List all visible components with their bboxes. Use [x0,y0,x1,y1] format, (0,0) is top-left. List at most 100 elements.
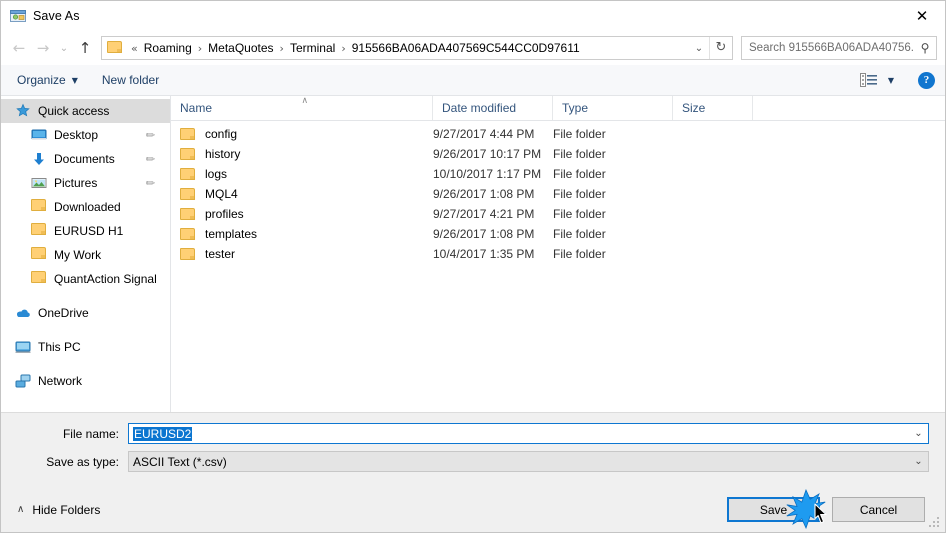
sidebar-item-desktop[interactable]: Desktop ✐ [1,123,170,147]
pin-icon[interactable]: ✐ [142,151,158,167]
sidebar-item-label: This PC [38,340,81,354]
search-input[interactable]: Search 915566BA06ADA40756... [742,42,914,54]
breadcrumb-item-0[interactable]: Roaming [142,41,194,55]
sidebar-item-label: Downloaded [54,200,121,214]
table-row[interactable]: profiles 9/27/2017 4:21 PM File folder [171,204,945,224]
sidebar-item-downloaded[interactable]: Downloaded [1,195,170,219]
address-bar[interactable]: « Roaming › MetaQuotes › Terminal › 9155… [101,36,733,60]
navigation-sidebar: Quick access Desktop ✐ Documents ✐ Pictu… [1,96,171,412]
file-name-cell: history [171,147,433,161]
column-header-label: Type [562,101,589,115]
table-row[interactable]: config 9/27/2017 4:44 PM File folder [171,124,945,144]
new-folder-button[interactable]: New folder [102,73,159,87]
onedrive-cloud-icon [15,305,31,321]
resize-grip[interactable] [929,517,941,529]
file-type: File folder [553,247,606,261]
breadcrumb-item-3[interactable]: 915566BA06ADA407569C544CC0D97611 [350,41,582,55]
view-chevron-down-icon[interactable]: ▼ [888,76,894,85]
pin-icon[interactable]: ✐ [142,127,158,143]
sidebar-item-label: My Work [54,248,102,262]
column-header-type[interactable]: Type [553,96,673,120]
sidebar-item-documents[interactable]: Documents ✐ [1,147,170,171]
file-type: File folder [553,207,606,221]
sidebar-item-quick-access[interactable]: Quick access [1,99,170,123]
sidebar-item-this-pc[interactable]: This PC [1,335,170,359]
save-button[interactable]: Save [727,497,820,522]
file-type: File folder [553,227,606,241]
this-pc-icon [15,339,31,355]
table-row[interactable]: templates 9/26/2017 1:08 PM File folder [171,224,945,244]
chevron-up-icon: ∧ [17,504,25,515]
file-name-cell: logs [171,167,433,181]
help-icon[interactable]: ? [918,71,935,89]
organize-button[interactable]: Organize ▼ [17,73,78,87]
table-row[interactable]: history 9/26/2017 10:17 PM File folder [171,144,945,164]
breadcrumb-prefix: « [131,41,138,55]
network-icon [15,373,31,389]
breadcrumb-separator: › [341,41,346,55]
column-header-label: Date modified [442,101,517,115]
pin-icon[interactable]: ✐ [142,175,158,191]
table-row[interactable]: tester 10/4/2017 1:35 PM File folder [171,244,945,264]
save-form: File name: EURUSD2 ⌄ Save as type: ASCII… [1,412,945,487]
save-as-type-label: Save as type: [46,454,119,469]
search-icon[interactable]: ⚲ [914,41,936,55]
file-date: 9/26/2017 1:08 PM [433,187,535,201]
sidebar-item-onedrive[interactable]: OneDrive [1,301,170,325]
forward-icon[interactable]: → [31,36,55,60]
back-icon[interactable]: ← [7,36,31,60]
address-dropdown-icon[interactable]: ⌄ [689,43,709,54]
column-header-date-modified[interactable]: Date modified [433,96,553,120]
cancel-button[interactable]: Cancel [832,497,925,522]
save-as-type-row: Save as type: ASCII Text (*.csv) ⌄ [17,451,929,472]
file-name-cell: MQL4 [171,187,433,201]
sidebar-item-eurusd-h1[interactable]: EURUSD H1 [1,219,170,243]
file-date: 9/27/2017 4:44 PM [433,127,535,141]
view-options-icon[interactable] [859,73,878,87]
file-date: 9/26/2017 10:17 PM [433,147,542,161]
chevron-down-icon[interactable]: ⌄ [909,428,928,439]
file-type: File folder [553,147,606,161]
folder-icon [107,41,123,55]
sidebar-item-my-work[interactable]: My Work [1,243,170,267]
organize-label: Organize [17,73,66,87]
sort-ascending-icon: ∧ [301,96,309,106]
pictures-icon [31,175,47,191]
star-icon [15,103,31,119]
folder-icon [180,227,196,241]
save-as-type-select[interactable]: ASCII Text (*.csv) ⌄ [128,451,929,472]
search-box[interactable]: Search 915566BA06ADA40756... ⚲ [741,36,937,60]
close-icon[interactable]: ✕ [899,1,945,31]
column-header-name[interactable]: ∧ Name [171,96,433,120]
hide-folders-button[interactable]: ∧ Hide Folders [17,503,100,517]
folder-icon [180,167,196,181]
sidebar-item-quantaction-signal[interactable]: QuantAction Signal [1,267,170,291]
save-as-type-value: ASCII Text (*.csv) [133,454,227,469]
sidebar-item-network[interactable]: Network [1,369,170,393]
table-row[interactable]: MQL4 9/26/2017 1:08 PM File folder [171,184,945,204]
desktop-icon [31,127,47,143]
file-name-cell: templates [171,227,433,241]
file-name: MQL4 [205,187,238,201]
folder-icon [31,223,47,239]
file-name-input[interactable]: EURUSD2 ⌄ [128,423,929,444]
breadcrumb-item-2[interactable]: Terminal [288,41,337,55]
column-header-size[interactable]: Size [673,96,753,120]
sidebar-item-pictures[interactable]: Pictures ✐ [1,171,170,195]
table-row[interactable]: logs 10/10/2017 1:17 PM File folder [171,164,945,184]
chevron-down-icon[interactable]: ⌄ [909,456,928,467]
folder-icon [180,207,196,221]
recent-locations-icon[interactable]: ⌄ [55,36,73,60]
breadcrumb-item-1[interactable]: MetaQuotes [206,41,275,55]
dialog-footer: ∧ Hide Folders Save Cancel [1,487,945,532]
folder-icon [180,247,196,261]
refresh-icon[interactable]: ↻ [709,37,732,59]
file-type: File folder [553,127,606,141]
file-name-value[interactable]: EURUSD2 [129,426,909,441]
file-name: history [205,147,241,161]
title-bar: Save As ✕ [1,1,945,31]
up-icon[interactable]: ↑ [73,36,97,60]
column-headers: ∧ Name Date modified Type Size [171,96,945,121]
